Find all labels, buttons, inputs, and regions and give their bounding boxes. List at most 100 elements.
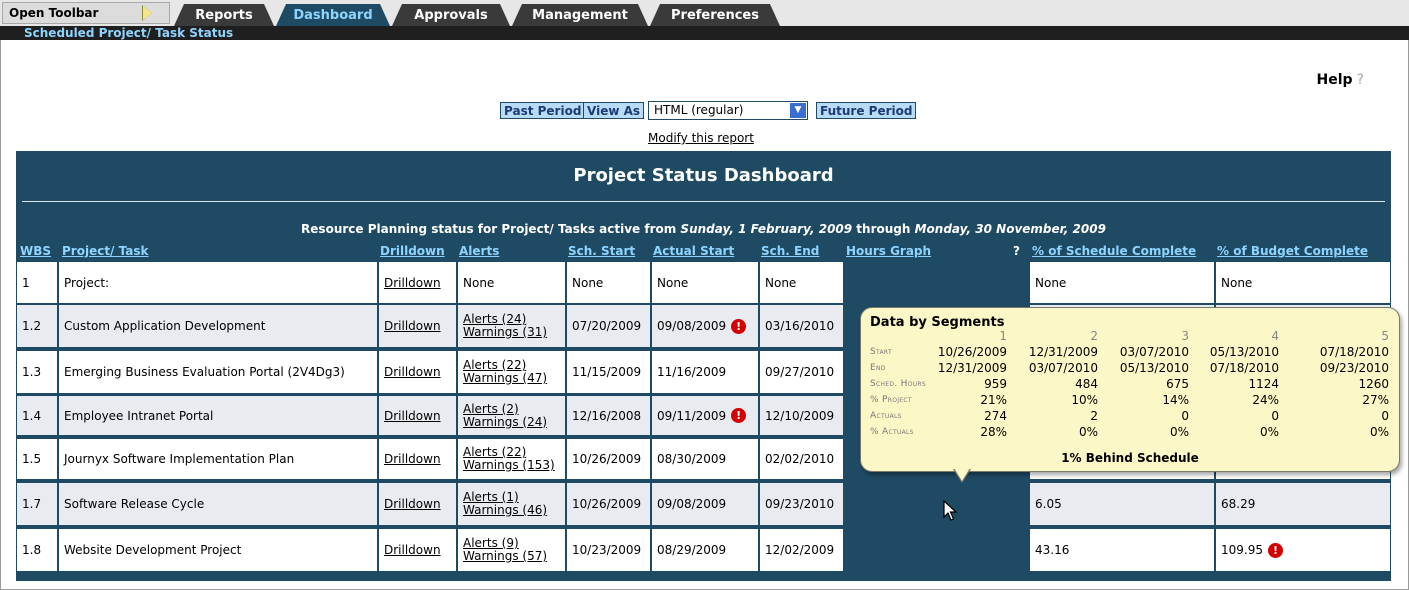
tooltip-value: 05/13/2010 [1209,345,1279,359]
future-period-button[interactable]: Future Period [816,102,917,119]
sch-start-cell: 07/20/2009 [567,305,650,347]
column-header-sch-start[interactable]: Sch. Start [568,244,635,258]
tooltip-value: 24% [1252,393,1279,407]
tooltip-row-label: Actuals [870,411,902,421]
sch-end-value: 03/16/2010 [765,319,835,333]
drilldown-link[interactable]: Drilldown [384,365,441,379]
actual-start-cell: None [652,262,758,303]
sch-end-value: 09/27/2010 [765,365,835,379]
tab-reports[interactable]: Reports [174,4,274,26]
view-as-button[interactable]: View As [583,102,645,119]
tooltip-value: 10% [1071,393,1098,407]
drilldown-link[interactable]: Drilldown [384,497,441,511]
tooltip-value: 484 [1075,377,1098,391]
warnings-link[interactable]: Warnings (47) [463,372,547,385]
sch-start-value: 10/23/2009 [572,543,642,557]
tab-management-label: Management [532,8,628,23]
alerts-cell: Alerts (22) Warnings (47) [458,351,565,393]
pct-budget-cell: 109.95! [1216,529,1390,571]
column-header-pct-budget[interactable]: % of Budget Complete [1217,244,1368,258]
past-period-button[interactable]: Past Period [500,102,586,119]
warnings-link[interactable]: Warnings (24) [463,415,547,429]
column-header-alerts[interactable]: Alerts [459,244,499,258]
subnav-link-scheduled-status[interactable]: Scheduled Project/ Task Status [24,26,233,40]
tooltip-row-label: % Project [870,395,912,405]
warnings-link[interactable]: Warnings (57) [463,550,547,563]
tooltip-footer: 1% Behind Schedule [1061,451,1199,465]
drilldown-link[interactable]: Drilldown [384,543,441,557]
sch-end-cell: 12/10/2009 [760,396,843,435]
alerts-cell: Alerts (9) Warnings (57) [458,529,565,571]
table-row: 1.7 Software Release Cycle Drilldown Alerts… [17,483,1390,525]
tooltip-value: 10/26/2009 [937,345,1007,359]
tooltip-value: 27% [1362,393,1389,407]
warnings-link[interactable]: Warnings (46) [463,504,547,517]
format-select[interactable]: HTML (regular) ▼ [648,101,808,120]
drilldown-cell: Drilldown [379,483,456,525]
open-toolbar-button[interactable]: Open Toolbar [2,2,170,24]
column-header-sch-end[interactable]: Sch. End [761,244,819,258]
wbs-value: 1.5 [22,452,42,466]
tooltip-value: 1260 [1358,377,1389,391]
tooltip-value: 0% [1259,425,1279,439]
task-cell: Project: [59,262,377,303]
drilldown-link[interactable]: Drilldown [384,409,441,423]
tooltip-value: 28% [980,425,1007,439]
actual-start-cell: 09/08/2009! [652,305,758,347]
drilldown-link[interactable]: Drilldown [384,319,441,333]
dashboard-title: Project Status Dashboard [573,165,834,186]
alert-icon[interactable]: ! [731,408,747,423]
segment-number: 4 [1271,329,1279,343]
table-row: 1 Project: Drilldown None None None None None No… [17,262,1390,303]
drilldown-link[interactable]: Drilldown [384,276,441,290]
sch-start-value: 10/26/2009 [572,497,642,511]
pct-schedule-value: 43.16 [1035,543,1070,557]
column-header-actual-start[interactable]: Actual Start [653,244,734,258]
question-mark-icon: ? [1356,72,1364,88]
tab-preferences-label: Preferences [671,8,759,23]
tooltip-value: 2 [1090,409,1098,423]
task-cell: Website Development Project [59,529,377,571]
tab-dashboard[interactable]: Dashboard [276,4,390,26]
sch-start-value: 11/15/2009 [572,365,642,379]
tab-preferences[interactable]: Preferences [650,4,780,26]
sch-start-value: 07/20/2009 [572,319,642,333]
alerts-cell: None [458,262,565,303]
dropdown-arrow-icon: ▼ [790,103,806,118]
alert-icon[interactable]: ! [1268,542,1283,558]
column-header-task[interactable]: Project/ Task [62,244,148,258]
wbs-value: 1.2 [22,319,42,333]
divider [22,201,1385,202]
pct-schedule-value: None [1035,275,1067,290]
help-link[interactable]: Help? [1317,72,1364,88]
tab-management[interactable]: Management [512,4,648,26]
wbs-cell: 1.7 [17,483,57,525]
warnings-link[interactable]: Warnings (31) [463,326,547,339]
column-header-pct-schedule[interactable]: % of Schedule Complete [1032,244,1196,258]
warnings-link[interactable]: Warnings (153) [463,459,555,472]
alert-icon[interactable]: ! [731,318,747,334]
pct-budget-value: 109.95 [1221,543,1263,557]
drilldown-link[interactable]: Drilldown [384,452,441,466]
task-value: Software Release Cycle [64,497,205,511]
column-header-drilldown[interactable]: Drilldown [380,244,445,258]
graph-help-icon[interactable]: ? [1013,244,1020,258]
open-toolbar-label: Open Toolbar [9,6,99,20]
task-value: Employee Intranet Portal [64,408,214,423]
drilldown-cell: Drilldown [379,351,456,393]
task-cell: Custom Application Development [59,305,377,347]
actual-start-value: 09/11/2009 [657,408,727,423]
alerts-cell: Alerts (22) Warnings (153) [458,439,565,479]
subtitle-mid: through [852,222,915,236]
tooltip-value: 959 [984,377,1007,391]
modify-report-link[interactable]: Modify this report [648,131,754,145]
column-header-hours-graph[interactable]: Hours Graph [846,244,931,258]
subtitle-prefix: Resource Planning status for Project/ Ta… [301,222,681,236]
alerts-link[interactable]: Alerts (2) [463,402,519,416]
sch-start-cell: 10/26/2009 [567,483,650,525]
column-header-wbs[interactable]: WBS [20,244,51,258]
wbs-cell: 1.3 [17,351,57,393]
tooltip-value: 03/07/2010 [1119,345,1189,359]
segment-number: 2 [1090,329,1098,343]
tab-approvals[interactable]: Approvals [392,4,510,26]
